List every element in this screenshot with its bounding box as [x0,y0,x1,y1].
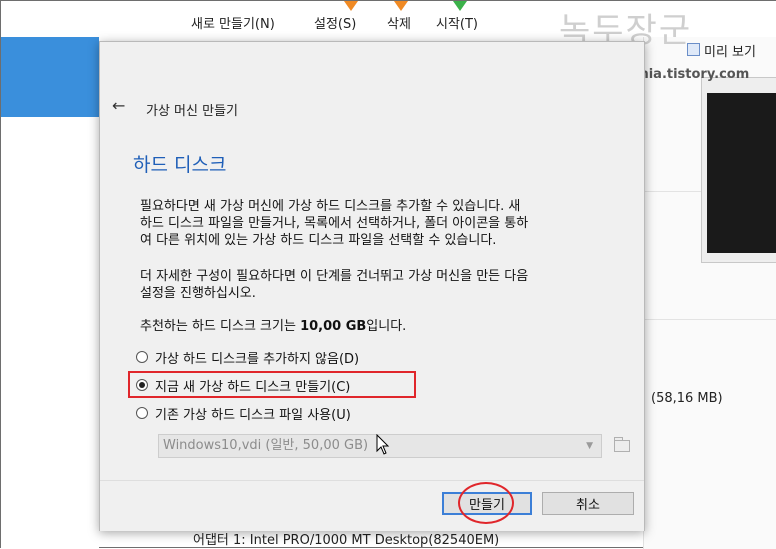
recommend-suffix: 입니다. [366,319,407,334]
advanced-line: 설정을 진행하십시오. [140,286,256,301]
divider [643,191,701,192]
advanced-paragraph: 더 자세한 구성이 필요하다면 이 단계를 건너뛰고 가상 머신을 만든 다음 … [140,268,632,302]
start-button[interactable]: 시작(T) [436,13,478,32]
new-button[interactable]: 새로 만들기(N) [191,13,275,32]
network-adapter-text: 어댑터 1: Intel PRO/1000 MT Desktop(82540EM… [193,533,500,548]
radio-label: 기존 가상 하드 디스크 파일 사용(U) [155,407,351,423]
description-line: 여 다른 위치에 있는 가상 하드 디스크 파일을 선택할 수 있습니다. [140,233,497,248]
delete-button[interactable]: 삭제 [387,13,411,32]
description-line: 필요하다면 새 가상 머신에 가상 하드 디스크를 추가할 수 있습니다. 새 [140,199,521,214]
cancel-button-label: 취소 [576,498,600,513]
description-line: 하드 디스크 파일을 만들거나, 목록에서 선택하거나, 폴더 아이콘을 통하 [140,216,529,231]
recommend-size: 10,00 GB [300,319,367,334]
folder-icon[interactable] [612,434,634,456]
radio-button[interactable] [136,351,148,363]
cancel-button[interactable]: 취소 [542,492,634,515]
annotation-circle [458,482,514,524]
chevron-down-icon: ▼ [586,441,593,451]
selected-vm-item[interactable] [1,37,99,117]
recommended-size-text: 추천하는 하드 디스크 크기는 10,00 GB입니다. [140,318,632,335]
disk-size-text: (58,16 MB) [651,391,723,406]
radio-label: 가상 하드 디스크를 추가하지 않음(D) [155,351,360,367]
create-vm-dialog: ← 가상 머신 만들기 하드 디스크 필요하다면 새 가상 머신에 가상 하드 … [99,41,645,531]
radio-use-existing-disk[interactable]: 기존 가상 하드 디스크 파일 사용(U) [136,403,351,423]
advanced-line: 더 자세한 구성이 필요하다면 이 단계를 건너뛰고 가상 머신을 만든 다음 [140,269,529,284]
preview-label: 미리 보기 [704,45,756,60]
recommend-prefix: 추천하는 하드 디스크 크기는 [140,319,301,334]
start-icon [453,1,467,11]
settings-icon [344,1,358,11]
dialog-title: 가상 머신 만들기 [146,104,238,119]
radio-no-disk[interactable]: 가상 하드 디스크를 추가하지 않음(D) [136,347,359,367]
vm-list-panel [1,117,99,549]
section-title: 하드 디스크 [133,154,227,176]
annotation-highlight-box [128,371,416,398]
existing-disk-value: Windows10,vdi (일반, 50,00 GB) [163,438,369,453]
preview-screen [707,93,776,253]
settings-button[interactable]: 설정(S) [314,13,356,32]
folder-body [614,440,630,452]
mouse-cursor-icon [376,434,390,455]
divider [643,319,776,320]
back-arrow-icon[interactable]: ← [112,96,125,115]
radio-button[interactable] [136,407,148,419]
description-paragraph: 필요하다면 새 가상 머신에 가상 하드 디스크를 추가할 수 있습니다. 새 … [140,198,632,249]
delete-icon [394,1,408,11]
